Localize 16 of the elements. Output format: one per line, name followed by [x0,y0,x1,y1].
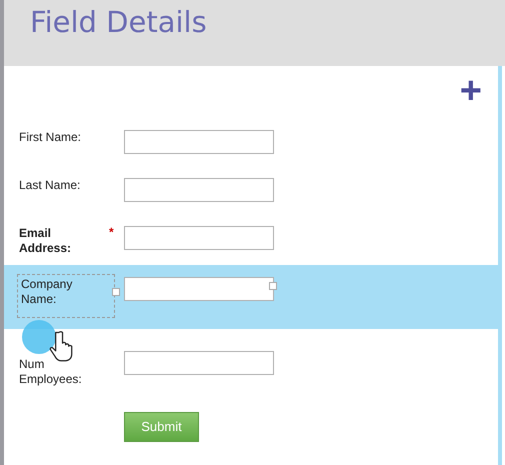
field-label: Email Address: [19,226,72,256]
field-label: Company Name: [20,277,112,315]
page-title: Field Details [30,5,207,39]
text-field[interactable] [124,130,274,154]
field-label: Num Employees: [19,357,83,387]
text-field[interactable] [124,277,274,301]
resize-handle[interactable] [269,282,277,290]
required-asterisk: * [109,226,114,238]
text-field[interactable] [124,351,274,375]
text-field[interactable] [124,226,274,250]
field-label: Last Name: [19,178,82,193]
hand-cursor-icon [48,330,74,364]
add-button[interactable]: + [460,76,482,106]
field-label: First Name: [19,130,82,145]
text-field[interactable] [124,178,274,202]
resize-handle[interactable] [112,288,120,296]
